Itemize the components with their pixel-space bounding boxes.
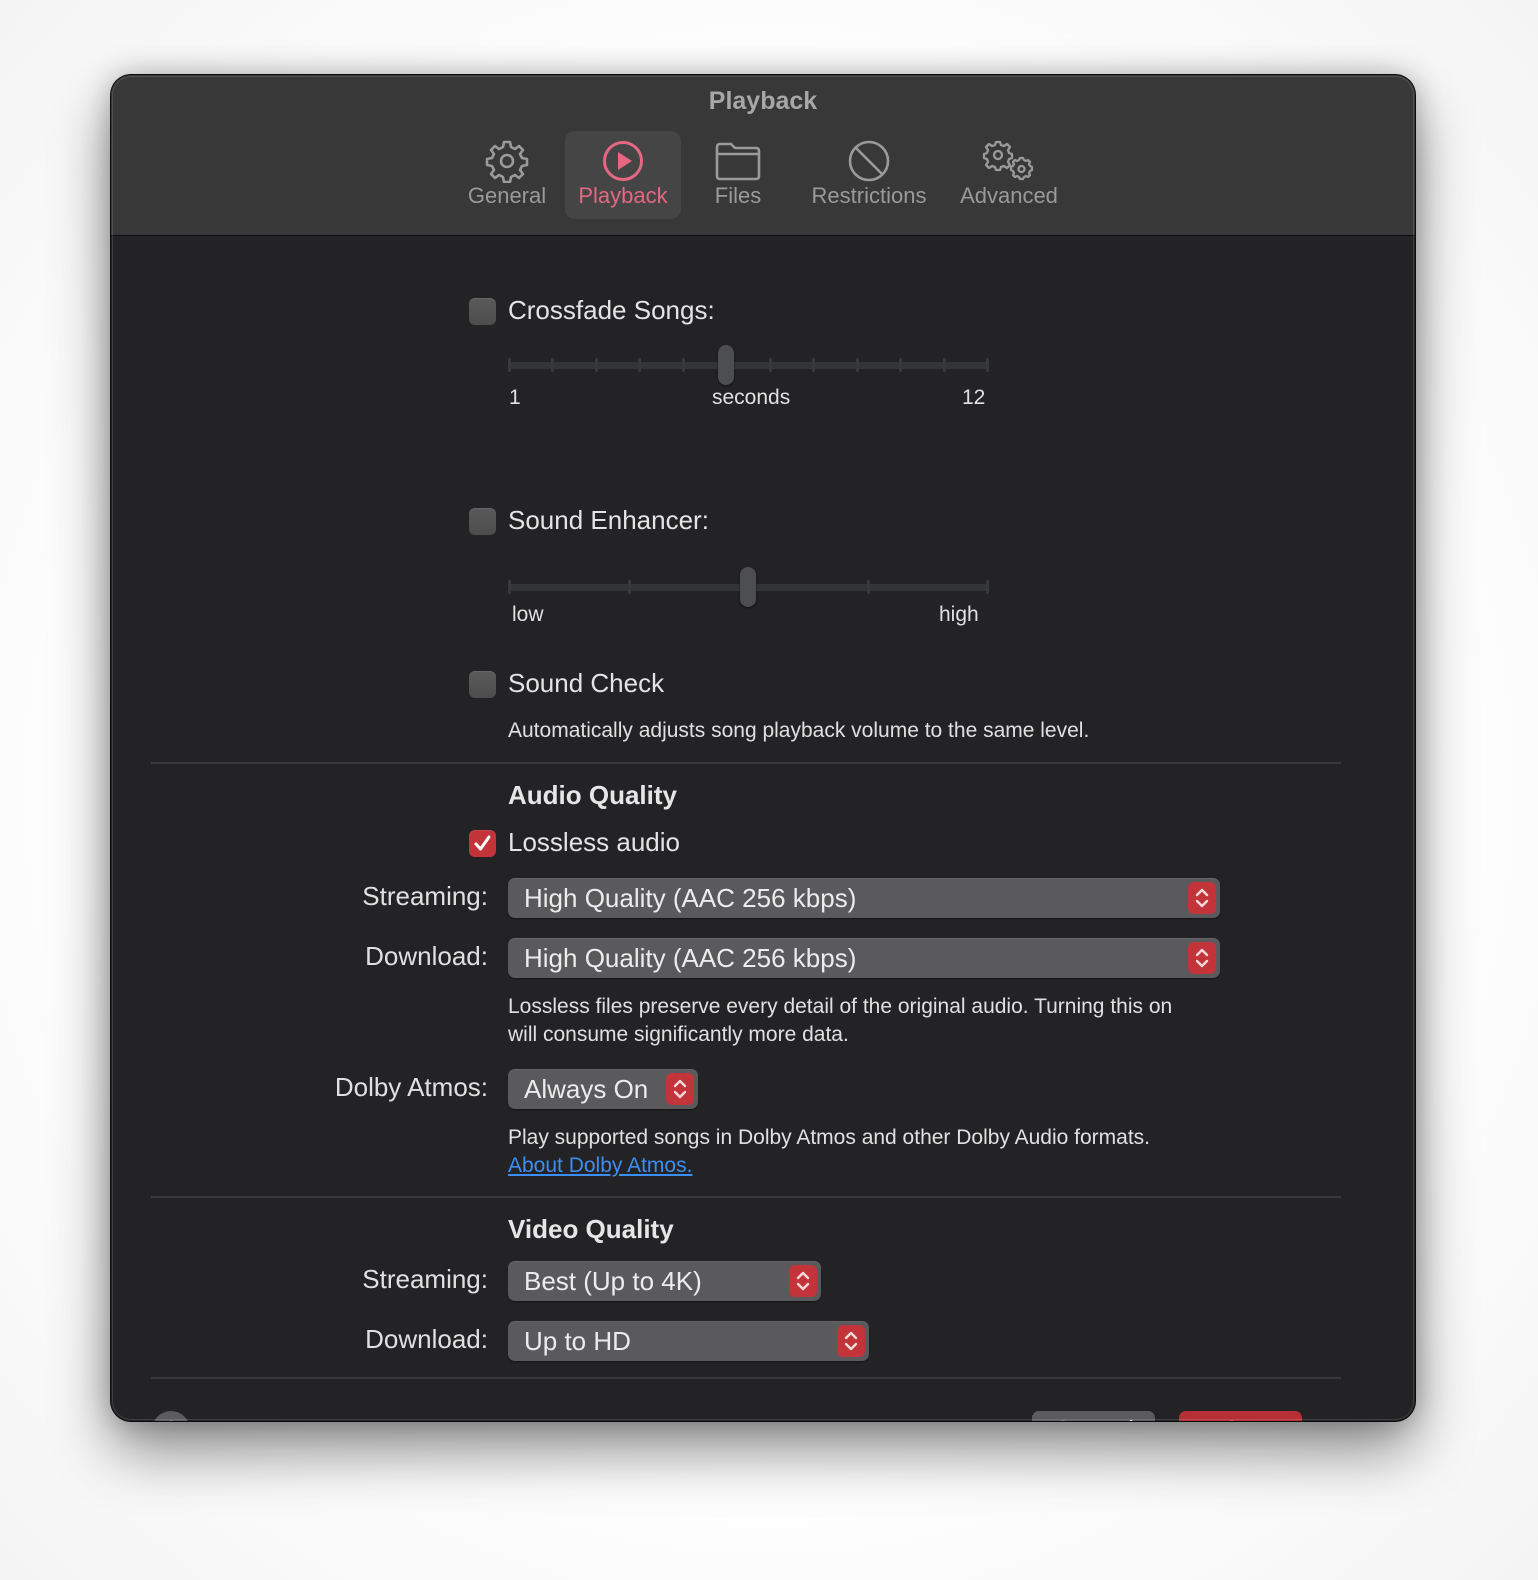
tab-advanced[interactable]: Advanced <box>949 131 1069 219</box>
lossless-description-line1: Lossless files preserve every detail of … <box>508 995 1173 1018</box>
sound-enhancer-max-label: high <box>939 603 979 626</box>
audio-quality-heading: Audio Quality <box>508 780 677 810</box>
lossless-description-line2: will consume significantly more data. <box>508 1023 849 1046</box>
ok-button[interactable]: OK <box>1179 1411 1302 1421</box>
video-streaming-select[interactable]: Best (Up to 4K) <box>508 1261 821 1301</box>
crossfade-label: Crossfade Songs: <box>508 295 715 325</box>
play-circle-icon <box>601 139 645 183</box>
crossfade-checkbox[interactable] <box>469 298 496 325</box>
sound-enhancer-label: Sound Enhancer: <box>508 505 709 535</box>
slider-tick <box>942 358 946 372</box>
slider-tick <box>627 580 631 594</box>
dolby-atmos-value: Always On <box>524 1074 649 1104</box>
updown-chevron-icon <box>1188 882 1216 914</box>
separator <box>151 762 1341 764</box>
slider-tick <box>812 358 816 372</box>
tab-advanced-label: Advanced <box>960 183 1058 208</box>
slider-tick <box>986 358 989 372</box>
lossless-label: Lossless audio <box>508 827 680 857</box>
gear-icon <box>485 139 529 183</box>
slider-tick <box>855 358 859 372</box>
video-download-label: Download: <box>365 1324 488 1354</box>
updown-chevron-icon <box>666 1073 694 1105</box>
tab-restrictions[interactable]: Restrictions <box>801 131 937 219</box>
audio-download-value: High Quality (AAC 256 kbps) <box>524 943 857 973</box>
crossfade-slider[interactable] <box>508 345 989 385</box>
tab-files[interactable]: Files <box>691 131 785 219</box>
dolby-atmos-select[interactable]: Always On <box>508 1069 698 1109</box>
slider-thumb[interactable] <box>740 567 756 607</box>
slider-tick <box>638 358 642 372</box>
slider-thumb[interactable] <box>718 345 735 385</box>
audio-streaming-label: Streaming: <box>362 881 488 911</box>
slider-tick <box>508 580 511 594</box>
slider-tick <box>899 358 903 372</box>
tab-playback[interactable]: Playback <box>565 131 681 219</box>
dolby-atmos-label: Dolby Atmos: <box>334 1072 488 1102</box>
crossfade-max-label: 12 <box>962 386 986 409</box>
tab-restrictions-label: Restrictions <box>811 183 927 208</box>
sound-enhancer-min-label: low <box>512 603 544 626</box>
slider-tick <box>866 580 870 594</box>
updown-chevron-icon <box>789 1265 817 1297</box>
video-streaming-value: Best (Up to 4K) <box>524 1266 702 1296</box>
toolbar: Playback General Playback Files Restrict… <box>111 75 1415 236</box>
sound-check-label: Sound Check <box>508 668 665 698</box>
folder-icon <box>714 139 762 183</box>
slider-tick <box>986 580 989 594</box>
separator <box>151 1377 1341 1379</box>
tab-general-label: General <box>467 183 547 208</box>
crossfade-unit-label: seconds <box>712 386 791 409</box>
gears-icon <box>981 139 1037 183</box>
dolby-atmos-description: Play supported songs in Dolby Atmos and … <box>508 1126 1151 1149</box>
updown-chevron-icon <box>1188 942 1216 974</box>
sound-check-checkbox[interactable] <box>469 671 496 698</box>
video-quality-heading: Video Quality <box>508 1214 674 1244</box>
audio-streaming-value: High Quality (AAC 256 kbps) <box>524 883 857 913</box>
preferences-window: Playback General Playback Files Restrict… <box>111 75 1415 1421</box>
audio-streaming-select[interactable]: High Quality (AAC 256 kbps) <box>508 878 1220 918</box>
sound-enhancer-slider[interactable] <box>508 567 989 607</box>
about-dolby-atmos-link[interactable]: About Dolby Atmos. <box>508 1154 692 1178</box>
slider-tick <box>508 358 511 372</box>
slider-tick <box>681 358 685 372</box>
prohibited-icon <box>847 139 891 183</box>
slider-tick <box>768 358 772 372</box>
sound-check-description: Automatically adjusts song playback volu… <box>508 719 1090 742</box>
crossfade-min-label: 1 <box>509 386 521 409</box>
window-title: Playback <box>708 87 818 115</box>
cancel-button[interactable]: Cancel <box>1032 1411 1155 1421</box>
lossless-checkbox[interactable] <box>469 830 496 857</box>
tab-general[interactable]: General <box>451 131 563 219</box>
separator <box>151 1196 1341 1198</box>
video-download-select[interactable]: Up to HD <box>508 1321 869 1361</box>
sound-enhancer-checkbox[interactable] <box>469 508 496 535</box>
video-download-value: Up to HD <box>524 1326 631 1356</box>
slider-tick <box>594 358 598 372</box>
tab-playback-label: Playback <box>578 183 668 208</box>
slider-tick <box>551 358 555 372</box>
audio-download-select[interactable]: High Quality (AAC 256 kbps) <box>508 938 1220 978</box>
video-streaming-label: Streaming: <box>362 1264 488 1294</box>
help-button[interactable]: ? <box>152 1411 190 1421</box>
tab-files-label: Files <box>714 183 762 208</box>
audio-download-label: Download: <box>365 941 488 971</box>
checkmark-icon <box>474 835 491 851</box>
updown-chevron-icon <box>837 1325 865 1357</box>
